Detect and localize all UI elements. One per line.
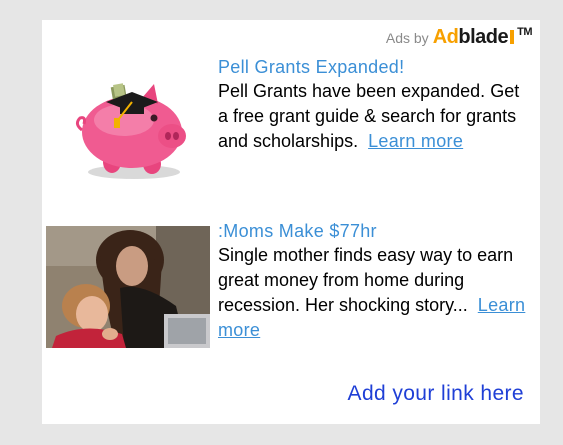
ad-widget-frame: Ads by Adblade TM Pell Grants Expanded! … <box>0 0 563 445</box>
ad-text-block: Pell Grants Expanded! Pell Grants have b… <box>218 56 530 154</box>
trademark-label: TM <box>517 26 532 38</box>
add-your-link-button[interactable]: Add your link here <box>348 382 524 406</box>
adblade-logo-ad: Ad <box>432 26 459 48</box>
ad-description: Single mother finds easy way to earn gre… <box>218 243 530 343</box>
ad-description: Pell Grants have been expanded. Get a fr… <box>218 79 530 154</box>
adblade-logo-blade: blade <box>458 26 509 48</box>
ads-by-label: Ads by <box>385 30 429 46</box>
ad-thumbnail-mother-child[interactable] <box>46 226 210 348</box>
ad-panel: Ads by Adblade TM Pell Grants Expanded! … <box>42 20 540 424</box>
adblade-logo-mark <box>510 30 515 44</box>
learn-more-link[interactable]: Learn more <box>368 131 463 151</box>
ad-text-block: :Moms Make $77hr Single mother finds eas… <box>218 220 530 343</box>
ads-by-adblade[interactable]: Ads by Adblade TM <box>385 26 533 49</box>
ad-item-moms-make[interactable]: :Moms Make $77hr Single mother finds eas… <box>42 220 540 370</box>
ad-title-link[interactable]: Pell Grants Expanded! <box>218 56 530 79</box>
adblade-logo[interactable]: Adblade TM <box>432 26 533 49</box>
piggy-bank-icon <box>75 83 186 179</box>
mother-child-photo-icon <box>46 226 210 348</box>
ad-item-pell-grants[interactable]: Pell Grants Expanded! Pell Grants have b… <box>42 56 540 216</box>
ad-title-link[interactable]: :Moms Make $77hr <box>218 220 530 243</box>
ad-thumbnail-piggy-bank[interactable] <box>54 62 206 188</box>
ad-description-text: Single mother finds easy way to earn gre… <box>218 245 514 315</box>
